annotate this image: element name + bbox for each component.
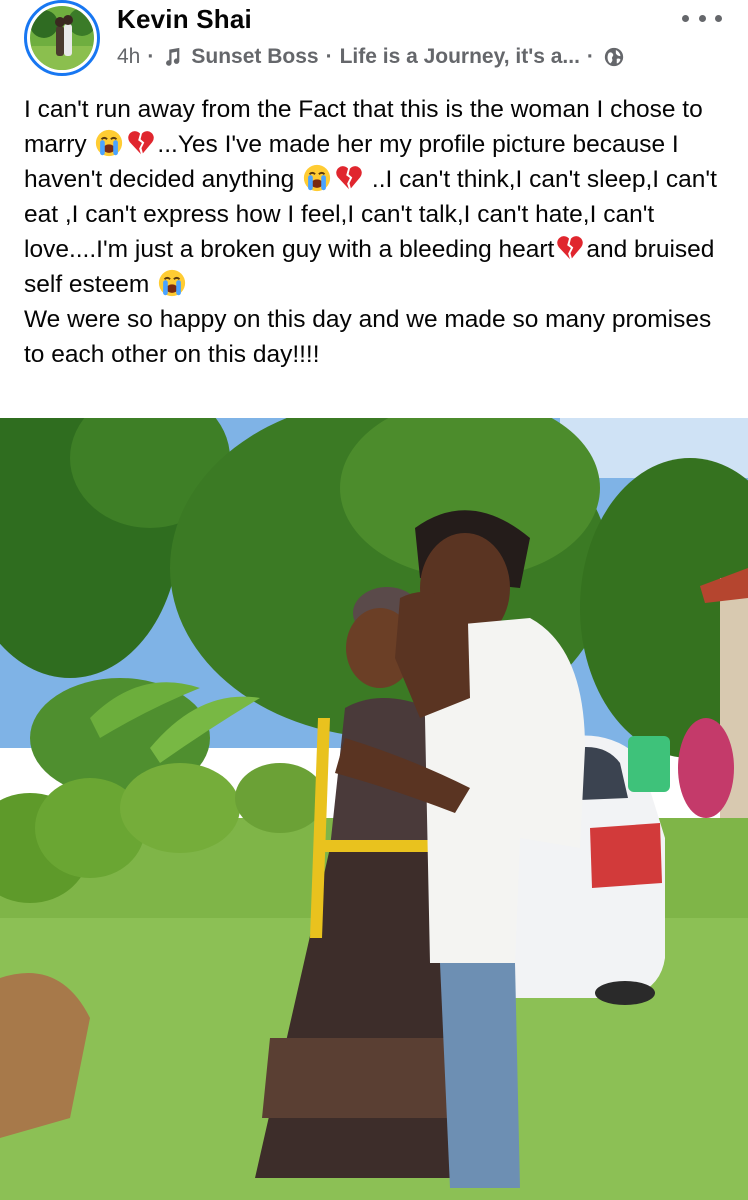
more-horizontal-icon [682, 14, 689, 22]
music-note-icon [166, 47, 180, 66]
broken-heart-emoji [128, 131, 155, 155]
loudly-crying-face-emoji [96, 129, 123, 157]
avatar-image [30, 6, 94, 70]
broken-heart-emoji [336, 166, 362, 190]
couple-photo [0, 418, 748, 1200]
separator-dot: · [586, 45, 594, 68]
more-horizontal-icon [715, 14, 722, 22]
separator-dot: · [147, 45, 155, 68]
separator-dot: · [325, 45, 333, 68]
post-photo[interactable] [0, 418, 748, 1200]
broken-heart-emoji [557, 236, 584, 260]
globe-icon[interactable] [603, 46, 625, 68]
song-artist[interactable]: Sunset Boss [191, 45, 318, 69]
loudly-crying-face-emoji [158, 269, 186, 297]
avatar[interactable] [24, 0, 100, 76]
more-options-button[interactable] [682, 6, 722, 30]
post-text: I can't run away from the Fact that this… [24, 92, 730, 372]
post-text-segment: We were so happy on this day and we made… [24, 306, 712, 368]
post-timestamp[interactable]: 4h [117, 45, 140, 69]
author-name[interactable]: Kevin Shai [117, 4, 252, 35]
song-title[interactable]: Life is a Journey, it's a... [340, 45, 580, 69]
post-header: Kevin Shai 4h · Sunset Boss · Life is a … [0, 0, 748, 88]
more-horizontal-icon [698, 14, 706, 22]
loudly-crying-face-emoji [303, 164, 331, 192]
post-meta: 4h · Sunset Boss · Life is a Journey, it… [117, 44, 625, 70]
